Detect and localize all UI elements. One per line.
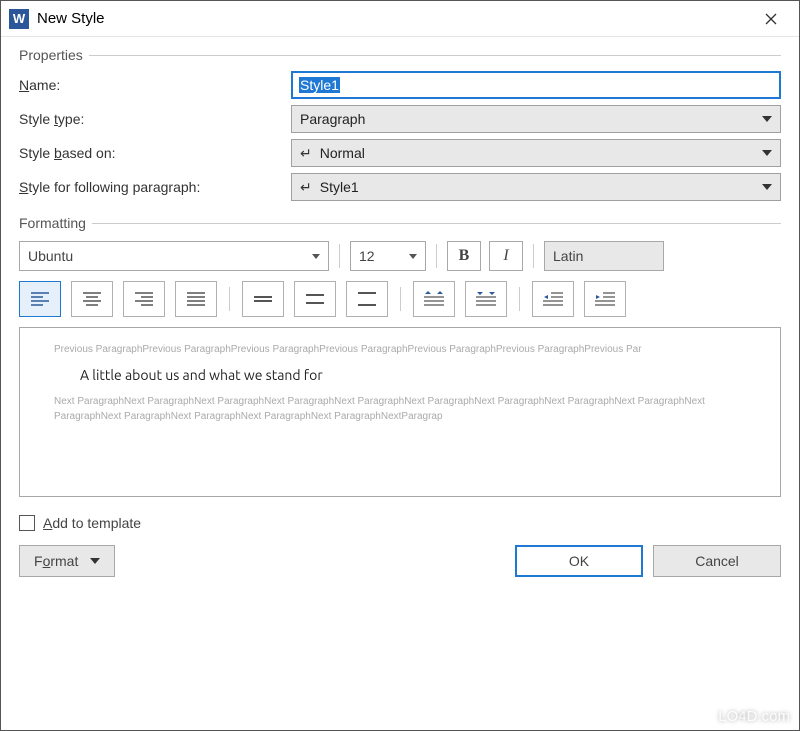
script-value: Latin bbox=[553, 248, 655, 264]
line-spacing-1-5-button[interactable] bbox=[294, 281, 336, 317]
align-center-button[interactable] bbox=[71, 281, 113, 317]
paragraph-toolbar bbox=[19, 281, 781, 317]
properties-label-text: Properties bbox=[19, 47, 83, 63]
line-spacing-medium-icon bbox=[306, 292, 324, 306]
name-label: Name: bbox=[19, 77, 291, 93]
following-paragraph-combo[interactable]: ↵ Style1 bbox=[291, 173, 781, 201]
indent-increase-button[interactable] bbox=[584, 281, 626, 317]
line-spacing-tight-icon bbox=[254, 292, 272, 306]
following-paragraph-value: Style1 bbox=[320, 179, 762, 195]
style-preview: Previous ParagraphPrevious ParagraphPrev… bbox=[19, 327, 781, 497]
dialog-title: New Style bbox=[37, 10, 751, 27]
align-center-icon bbox=[83, 292, 101, 306]
align-justify-icon bbox=[187, 292, 205, 306]
add-to-template-checkbox[interactable] bbox=[19, 515, 35, 531]
preview-sample-text: A little about us and what we stand for bbox=[80, 365, 746, 386]
bold-button[interactable]: B bbox=[447, 241, 481, 271]
cancel-button[interactable]: Cancel bbox=[653, 545, 781, 577]
font-name-value: Ubuntu bbox=[28, 248, 304, 264]
align-left-icon bbox=[31, 292, 49, 306]
style-type-value: Paragraph bbox=[300, 111, 762, 127]
formatting-label-text: Formatting bbox=[19, 215, 86, 231]
chevron-down-icon bbox=[90, 558, 100, 564]
properties-group-label: Properties bbox=[19, 47, 781, 63]
chevron-down-icon bbox=[762, 150, 772, 156]
new-style-dialog: W New Style Properties Name: Style1 Styl… bbox=[1, 1, 799, 730]
italic-button[interactable]: I bbox=[489, 241, 523, 271]
name-input[interactable]: Style1 bbox=[291, 71, 781, 99]
ok-button[interactable]: OK bbox=[515, 545, 643, 577]
cancel-button-label: Cancel bbox=[695, 553, 739, 569]
style-type-combo[interactable]: Paragraph bbox=[291, 105, 781, 133]
close-icon bbox=[765, 13, 777, 25]
align-left-button[interactable] bbox=[19, 281, 61, 317]
bold-icon: B bbox=[459, 247, 470, 265]
separator bbox=[229, 287, 230, 311]
script-combo[interactable]: Latin bbox=[544, 241, 664, 271]
line-spacing-loose-icon bbox=[358, 292, 376, 306]
preview-next-text: Next ParagraphNext ParagraphNext Paragra… bbox=[54, 394, 746, 424]
font-name-combo[interactable]: Ubuntu bbox=[19, 241, 329, 271]
separator bbox=[436, 244, 437, 268]
space-before-increase-button[interactable] bbox=[413, 281, 455, 317]
separator bbox=[519, 287, 520, 311]
chevron-down-icon bbox=[762, 116, 772, 122]
space-before-increase-icon bbox=[424, 291, 444, 307]
line-spacing-1-button[interactable] bbox=[242, 281, 284, 317]
style-type-label: Style type: bbox=[19, 111, 291, 127]
line-spacing-2-button[interactable] bbox=[346, 281, 388, 317]
titlebar: W New Style bbox=[1, 1, 799, 37]
chevron-down-icon bbox=[312, 254, 320, 259]
separator bbox=[339, 244, 340, 268]
font-toolbar: Ubuntu 12 B I Latin bbox=[19, 241, 781, 271]
align-right-icon bbox=[135, 292, 153, 306]
based-on-combo[interactable]: ↵ Normal bbox=[291, 139, 781, 167]
app-icon: W bbox=[9, 9, 29, 29]
indent-decrease-button[interactable] bbox=[532, 281, 574, 317]
font-size-combo[interactable]: 12 bbox=[350, 241, 426, 271]
add-to-template-label: Add to template bbox=[43, 515, 141, 531]
preview-previous-text: Previous ParagraphPrevious ParagraphPrev… bbox=[54, 342, 746, 357]
based-on-label: Style based on: bbox=[19, 145, 291, 161]
separator bbox=[533, 244, 534, 268]
space-before-decrease-icon bbox=[476, 291, 496, 307]
separator bbox=[400, 287, 401, 311]
chevron-down-icon bbox=[762, 184, 772, 190]
formatting-group-label: Formatting bbox=[19, 215, 781, 231]
align-right-button[interactable] bbox=[123, 281, 165, 317]
chevron-down-icon bbox=[409, 254, 417, 259]
paragraph-return-icon: ↵ bbox=[300, 145, 312, 162]
indent-increase-icon bbox=[595, 292, 615, 306]
align-justify-button[interactable] bbox=[175, 281, 217, 317]
indent-decrease-icon bbox=[543, 292, 563, 306]
based-on-value: Normal bbox=[320, 145, 762, 161]
close-button[interactable] bbox=[751, 4, 791, 34]
italic-icon: I bbox=[503, 247, 508, 265]
space-before-decrease-button[interactable] bbox=[465, 281, 507, 317]
name-input-value: Style1 bbox=[299, 77, 340, 93]
paragraph-return-icon: ↵ bbox=[300, 179, 312, 196]
format-button[interactable]: Format bbox=[19, 545, 115, 577]
font-size-value: 12 bbox=[359, 248, 401, 264]
ok-button-label: OK bbox=[569, 553, 589, 569]
following-paragraph-label: Style for following paragraph: bbox=[19, 179, 291, 195]
